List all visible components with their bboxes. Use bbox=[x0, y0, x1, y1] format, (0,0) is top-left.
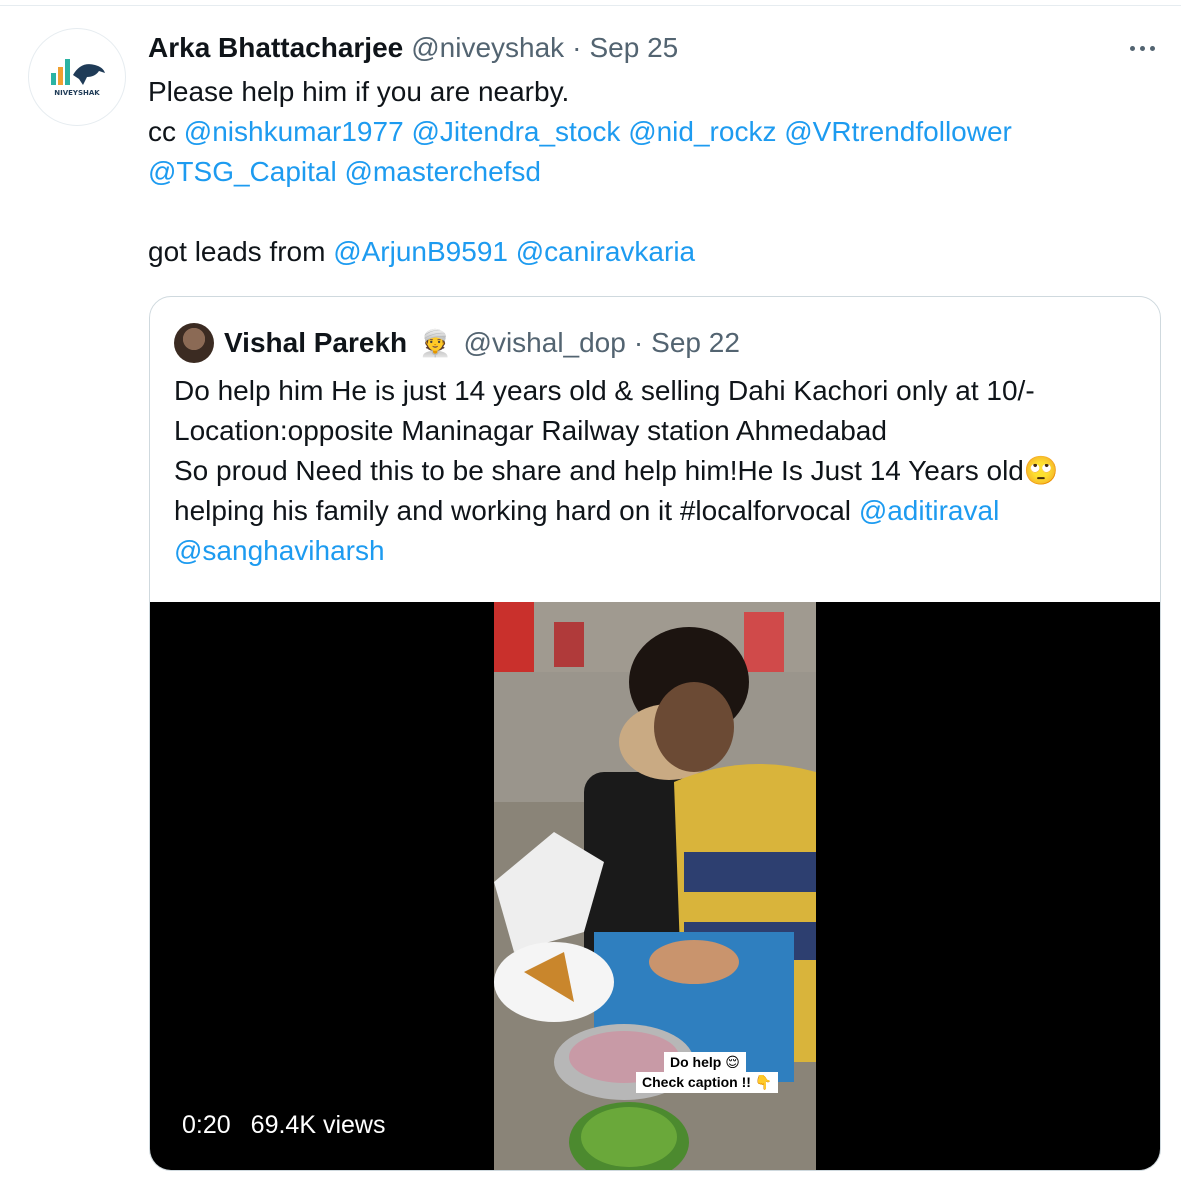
mention-link[interactable]: @nishkumar1977 bbox=[184, 116, 404, 147]
quoted-mention-link[interactable]: @sanghaviharsh bbox=[174, 535, 385, 566]
more-options-button[interactable] bbox=[1120, 30, 1164, 66]
mention-link[interactable]: @Jitendra_stock bbox=[411, 116, 620, 147]
quoted-line-4-text: helping his family and working hard on i… bbox=[174, 495, 852, 526]
tweet-header: Arka Bhattacharjee @niveyshak · Sep 25 bbox=[148, 28, 678, 68]
tweet-date[interactable]: Sep 25 bbox=[590, 32, 679, 64]
quoted-line-3-text: So proud Need this to be share and help … bbox=[174, 455, 1024, 486]
eye-roll-emoji-icon: 🙄 bbox=[1023, 455, 1059, 486]
video-player[interactable]: Do help 😌 Check caption !! 👇 0:20 69.4K … bbox=[150, 602, 1160, 1170]
author-handle[interactable]: @niveyshak bbox=[411, 32, 564, 64]
mention-link[interactable]: @nid_rockz bbox=[628, 116, 776, 147]
quoted-line-1: Do help him He is just 14 years old & se… bbox=[174, 375, 1035, 406]
tweet-body: Please help him if you are nearby. cc @n… bbox=[148, 72, 1158, 272]
tweet-line-leads: got leads from @ArjunB9591 @caniravkaria bbox=[148, 232, 1158, 272]
quoted-tweet-header: Vishal Parekh 👳 @vishal_dop · Sep 22 bbox=[224, 322, 740, 364]
separator-dot: · bbox=[572, 32, 582, 63]
mention-link[interactable]: @VRtrendfollower bbox=[784, 116, 1012, 147]
author-avatar[interactable]: NIVEYSHAK bbox=[28, 28, 126, 126]
tweet-line-1: Please help him if you are nearby. bbox=[148, 76, 570, 107]
more-dots-icon bbox=[1129, 45, 1135, 51]
avatar-logo-text: NIVEYSHAK bbox=[54, 89, 100, 97]
cc-prefix: cc bbox=[148, 116, 176, 147]
tweet-line-cc: cc @nishkumar1977 @Jitendra_stock @nid_r… bbox=[148, 112, 1158, 152]
quoted-author-name[interactable]: Vishal Parekh bbox=[224, 327, 407, 359]
quoted-author-avatar[interactable] bbox=[174, 323, 214, 363]
mention-link[interactable]: @masterchefsd bbox=[345, 156, 542, 187]
video-duration: 0:20 bbox=[182, 1111, 231, 1139]
quoted-mention-link[interactable]: @aditiraval bbox=[859, 495, 999, 526]
leads-prefix: got leads from bbox=[148, 236, 326, 267]
quoted-author-handle[interactable]: @vishal_dop bbox=[464, 327, 626, 359]
quoted-line-5: @sanghaviharsh bbox=[174, 531, 1144, 571]
video-views: 69.4K views bbox=[250, 1111, 386, 1139]
quoted-line-3: So proud Need this to be share and help … bbox=[174, 451, 1144, 491]
separator-dot: · bbox=[633, 327, 644, 358]
quoted-tweet-body: Do help him He is just 14 years old & se… bbox=[174, 371, 1144, 571]
turban-emoji-icon: 👳 bbox=[419, 328, 452, 358]
bull-chart-logo-icon: NIVEYSHAK bbox=[51, 59, 105, 97]
video-caption-sticker: Check caption !! 👇 bbox=[636, 1072, 779, 1093]
video-frame: Do help 😌 Check caption !! 👇 bbox=[494, 602, 816, 1170]
mention-link[interactable]: @caniravkaria bbox=[516, 236, 695, 267]
quoted-tweet-card[interactable]: Vishal Parekh 👳 @vishal_dop · Sep 22 Do … bbox=[149, 296, 1161, 1171]
quoted-line-2: Location:opposite Maninagar Railway stat… bbox=[174, 415, 887, 446]
mention-link[interactable]: @ArjunB9591 bbox=[333, 236, 508, 267]
top-divider bbox=[0, 0, 1181, 6]
mention-link[interactable]: @TSG_Capital bbox=[148, 156, 337, 187]
video-overlay: 0:20 69.4K views bbox=[182, 1111, 385, 1140]
author-name[interactable]: Arka Bhattacharjee bbox=[148, 32, 403, 64]
video-caption-sticker: Do help 😌 bbox=[664, 1052, 746, 1073]
tweet-line-mentions: @TSG_Capital @masterchefsd bbox=[148, 152, 1158, 192]
quoted-line-4: helping his family and working hard on i… bbox=[174, 491, 1144, 531]
quoted-tweet-date[interactable]: Sep 22 bbox=[651, 327, 740, 359]
